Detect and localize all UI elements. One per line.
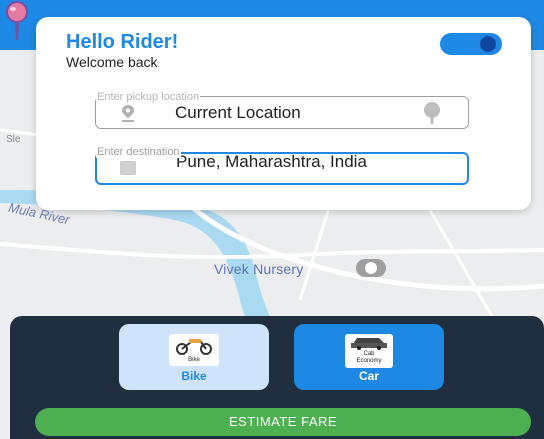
pickup-label: Enter pickup location — [96, 91, 201, 103]
bike-image: Bike — [169, 334, 219, 366]
bike-image-text: Bike — [188, 357, 200, 363]
location-pin-icon[interactable] — [0, 0, 34, 44]
map-label-edge: Sle — [6, 134, 21, 145]
location-pin-icon — [122, 105, 134, 122]
bike-label: Bike — [181, 369, 207, 383]
poi-marker-icon[interactable] — [356, 259, 386, 277]
toggle-thumb — [480, 36, 496, 52]
car-icon — [351, 338, 387, 350]
destination-value: Pune, Maharashtra, India — [176, 152, 367, 171]
car-image: Cab Economy — [345, 334, 393, 368]
map-pin-icon[interactable] — [421, 101, 443, 125]
ride-panel: Bike Bike Cab Economy Car ESTIMATE FARE — [10, 316, 544, 439]
mode-toggle[interactable] — [440, 33, 502, 55]
ride-option-bike[interactable]: Bike Bike — [119, 324, 269, 390]
bike-icon — [176, 339, 212, 355]
ride-option-car[interactable]: Cab Economy Car — [294, 324, 444, 390]
greeting-title: Hello Rider! — [66, 31, 179, 53]
trip-card: Hello Rider! Welcome back Current Locati… — [36, 17, 531, 210]
map-icon — [120, 161, 136, 175]
car-image-text-1: Cab — [363, 351, 375, 357]
destination-label: Enter destination — [96, 146, 181, 158]
estimate-fare-button[interactable]: ESTIMATE FARE — [35, 408, 531, 436]
pickup-value: Current Location — [175, 103, 301, 122]
car-label: Car — [358, 369, 379, 383]
car-image-text-2: Economy — [356, 358, 382, 364]
poi-label: Vivek Nursery — [214, 261, 304, 277]
greeting-subtitle: Welcome back — [66, 54, 158, 70]
